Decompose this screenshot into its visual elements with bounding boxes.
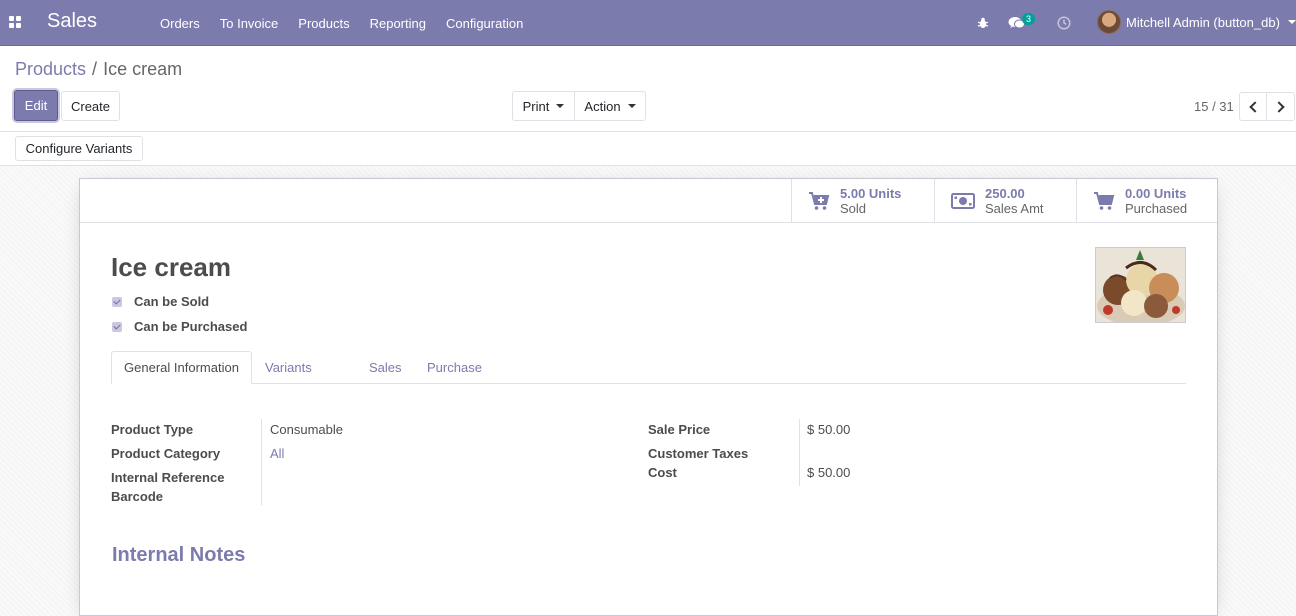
- sale-price-field[interactable]: $ 50.00: [807, 422, 850, 437]
- product-category-label: Product Category: [111, 446, 221, 461]
- action-dropdown-button[interactable]: Action: [574, 91, 646, 121]
- print-dropdown-button[interactable]: Print: [512, 91, 575, 121]
- form-statusbar: [0, 132, 1296, 166]
- chevron-left-icon: [1248, 100, 1261, 113]
- product-image[interactable]: [1095, 247, 1186, 323]
- field-divider: [261, 419, 262, 505]
- can-be-purchased-row: Can be Purchased: [112, 319, 247, 334]
- smart-buttons-row: 5.00 Units Sold 250.00 Sales Amt 0.00 Un…: [80, 179, 1217, 223]
- sales-amount-label: Sales Amt: [985, 201, 1044, 216]
- caret-down-icon: [627, 104, 636, 108]
- notebook-tabs: General Information Variants Sales Purch…: [111, 351, 1186, 384]
- menu-item-orders[interactable]: Orders: [150, 16, 210, 31]
- pager-value[interactable]: 15 / 31: [1194, 99, 1234, 114]
- field-divider: [799, 419, 800, 486]
- messages-icon[interactable]: [1008, 0, 1025, 46]
- shopping-cart-icon: [1094, 192, 1115, 210]
- product-name[interactable]: Ice cream: [111, 252, 231, 283]
- activity-clock-icon[interactable]: [1057, 0, 1071, 46]
- cart-plus-icon: [809, 192, 830, 210]
- smart-button-purchased[interactable]: 0.00 Units Purchased: [1076, 179, 1217, 223]
- user-menu[interactable]: Mitchell Admin (button_db): [1097, 10, 1296, 34]
- user-name: Mitchell Admin (button_db): [1126, 14, 1280, 30]
- product-type-label: Product Type: [111, 422, 194, 437]
- internal-reference-field[interactable]: [270, 470, 570, 486]
- menu-item-products[interactable]: Products: [288, 16, 359, 31]
- sold-value: 5.00 Units: [840, 186, 902, 201]
- cost-label: Cost: [648, 465, 677, 480]
- can-be-purchased-label: Can be Purchased: [134, 319, 248, 334]
- messages-count-badge: 3: [1022, 13, 1036, 25]
- print-label: Print: [522, 98, 550, 114]
- purchased-label: Purchased: [1125, 201, 1188, 216]
- breadcrumb: Products / Ice cream: [15, 59, 182, 80]
- tab-variants[interactable]: Variants: [252, 351, 325, 384]
- create-button[interactable]: Create: [61, 91, 120, 121]
- product-type-field[interactable]: Consumable: [270, 422, 343, 437]
- sales-amount-value: 250.00: [985, 186, 1025, 201]
- caret-down-icon: [556, 104, 565, 108]
- tab-general-information[interactable]: General Information: [111, 351, 252, 384]
- menu-item-reporting[interactable]: Reporting: [360, 16, 436, 31]
- smart-button-text: 250.00 Sales Amt: [985, 186, 1044, 216]
- can-be-purchased-checkbox[interactable]: [112, 321, 122, 332]
- tab-sales[interactable]: Sales: [356, 351, 415, 384]
- money-icon: [951, 193, 975, 209]
- internal-reference-label: Internal Reference: [111, 470, 225, 485]
- breadcrumb-products[interactable]: Products: [15, 59, 86, 79]
- breadcrumb-separator: /: [92, 59, 98, 79]
- cost-field[interactable]: $ 50.00: [807, 465, 850, 480]
- can-be-sold-label: Can be Sold: [134, 294, 210, 309]
- bug-icon[interactable]: [977, 0, 989, 46]
- barcode-label: Barcode: [111, 489, 164, 504]
- app-name[interactable]: Sales: [47, 10, 97, 33]
- barcode-field[interactable]: [270, 489, 570, 505]
- pager-previous-button[interactable]: [1239, 92, 1267, 121]
- smart-button-sales-amount[interactable]: 250.00 Sales Amt: [934, 179, 1076, 223]
- chevron-right-icon: [1273, 100, 1285, 113]
- main-menu: Orders To Invoice Products Reporting Con…: [150, 0, 533, 46]
- purchased-value: 0.00 Units: [1125, 186, 1187, 201]
- pager-next-button[interactable]: [1266, 92, 1295, 121]
- can-be-sold-checkbox[interactable]: [112, 296, 122, 307]
- edit-button[interactable]: Edit: [14, 90, 58, 121]
- chevron-down-icon: [1287, 20, 1296, 24]
- apps-menu-icon[interactable]: [9, 16, 21, 28]
- customer-taxes-label: Customer Taxes: [648, 446, 749, 461]
- tab-purchase[interactable]: Purchase: [414, 351, 495, 384]
- configure-variants-button[interactable]: Configure Variants: [15, 136, 143, 161]
- action-label: Action: [584, 98, 621, 114]
- menu-item-configuration[interactable]: Configuration: [436, 16, 533, 31]
- sale-price-label: Sale Price: [648, 422, 711, 437]
- avatar: [1097, 10, 1121, 34]
- form-sheet: 5.00 Units Sold 250.00 Sales Amt 0.00 Un…: [79, 178, 1218, 616]
- smart-button-text: 0.00 Units Purchased: [1125, 186, 1187, 216]
- customer-taxes-field[interactable]: [807, 446, 1107, 462]
- smart-button-sold[interactable]: 5.00 Units Sold: [791, 179, 934, 223]
- sold-label: Sold: [840, 201, 867, 216]
- internal-notes-title: Internal Notes: [112, 544, 246, 566]
- menu-item-to-invoice[interactable]: To Invoice: [210, 16, 289, 31]
- can-be-sold-row: Can be Sold: [112, 294, 209, 309]
- smart-button-text: 5.00 Units Sold: [840, 186, 901, 216]
- product-category-field[interactable]: All: [270, 446, 284, 461]
- breadcrumb-current: Ice cream: [103, 59, 183, 79]
- top-navbar: Sales Orders To Invoice Products Reporti…: [0, 0, 1296, 46]
